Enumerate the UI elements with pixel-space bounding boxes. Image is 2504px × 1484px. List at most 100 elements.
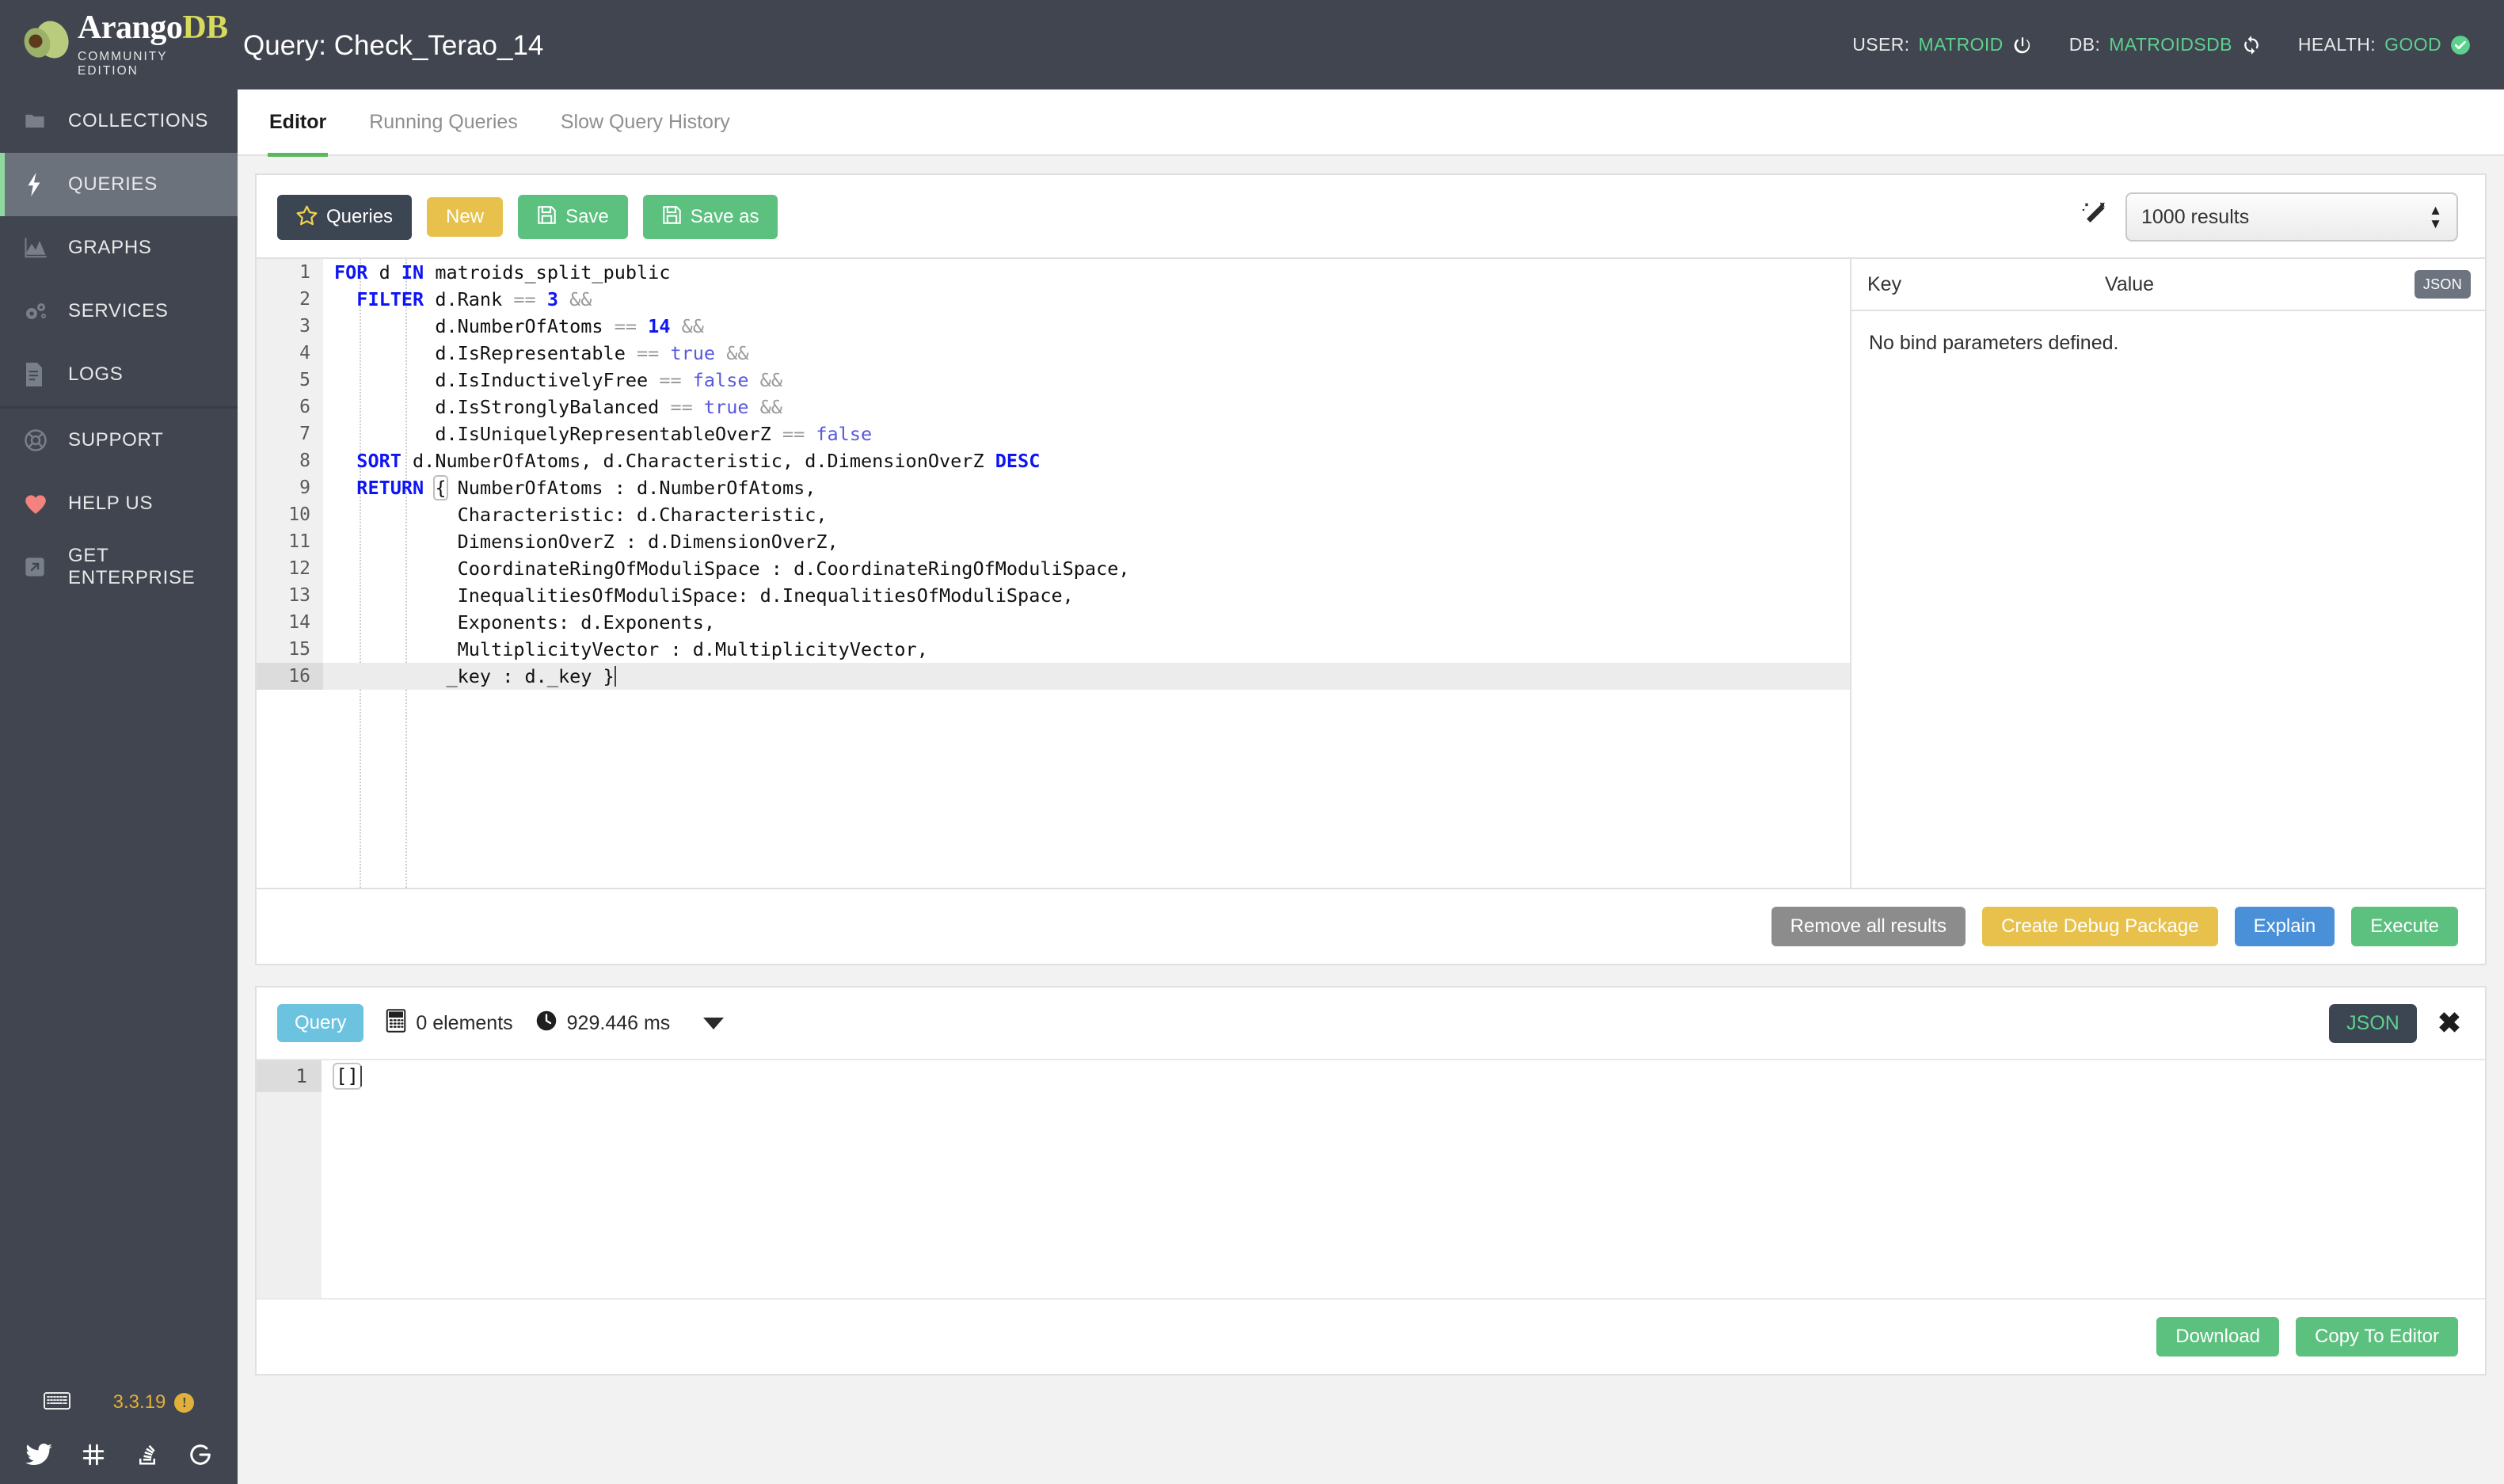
- line-content: Exponents: d.Exponents,: [334, 611, 716, 634]
- sidebar-item-support[interactable]: SUPPORT: [0, 409, 238, 472]
- line-content: Characteristic: d.Characteristic,: [334, 504, 828, 526]
- remove-all-results-button[interactable]: Remove all results: [1771, 907, 1966, 946]
- result-output-editor[interactable]: 1 []: [257, 1060, 2485, 1298]
- health-status[interactable]: HEALTH: GOOD: [2298, 34, 2471, 55]
- sidebar-item-services[interactable]: SERVICES: [0, 280, 238, 343]
- editor-toolbar-left: Queries New Save Save as: [277, 194, 778, 240]
- new-query-button-label: New: [446, 206, 485, 227]
- power-icon[interactable]: [2012, 35, 2033, 55]
- user-value: MATROID: [1918, 34, 2004, 55]
- magic-wand-icon[interactable]: [2080, 201, 2108, 234]
- query-result-panel: Query 0 elements 929.446 ms JSON ✖ 1 [] …: [255, 986, 2487, 1376]
- aql-code-editor[interactable]: 1 FOR d IN matroids_split_public 2 FILTER…: [257, 259, 1851, 888]
- body-wrapper: COLLECTIONS QUERIES GRAPHS SERVICES LOGS…: [0, 89, 2504, 1484]
- sidebar-item-logs[interactable]: LOGS: [0, 343, 238, 406]
- line-number: 3: [257, 313, 323, 340]
- code-line: 1 FOR d IN matroids_split_public: [257, 259, 1850, 286]
- line-content: FILTER d.Rank == 3 &&: [356, 288, 592, 310]
- bind-column-value: Value: [2105, 272, 2155, 295]
- google-icon[interactable]: [188, 1443, 212, 1467]
- code-line: 9 RETURN { NumberOfAtoms : d.NumberOfAto…: [257, 474, 1850, 501]
- copy-to-editor-button[interactable]: Copy To Editor: [2296, 1317, 2458, 1357]
- lifebuoy-icon: [24, 428, 59, 452]
- twitter-icon[interactable]: [25, 1444, 52, 1466]
- page-title: Query: Check_Terao_14: [243, 29, 544, 61]
- code-line-active: 16 _key : d._key }: [257, 663, 1850, 690]
- sidebar-item-queries[interactable]: QUERIES: [0, 153, 238, 216]
- line-number: 9: [257, 474, 323, 501]
- line-content: d.IsInductivelyFree == false &&: [334, 369, 782, 391]
- tab-editor[interactable]: Editor: [268, 89, 329, 157]
- slack-icon[interactable]: [82, 1443, 105, 1467]
- line-number: 16: [257, 663, 323, 690]
- save-icon: [537, 205, 557, 229]
- gears-icon: [24, 300, 59, 322]
- result-execution-time: 929.446 ms: [566, 1011, 671, 1034]
- document-icon: [24, 363, 59, 386]
- version-row: 3.3.19 !: [0, 1376, 238, 1429]
- db-status[interactable]: DB: MATROIDSDB: [2069, 34, 2262, 55]
- sidebar-nav-primary: COLLECTIONS QUERIES GRAPHS SERVICES LOGS: [0, 89, 238, 406]
- sidebar-label-collections: COLLECTIONS: [68, 110, 209, 131]
- brand-name: ArangoDB: [78, 10, 228, 46]
- line-number: 11: [257, 528, 323, 555]
- tab-slow-query-history[interactable]: Slow Query History: [559, 89, 732, 155]
- stackoverflow-icon[interactable]: [135, 1443, 159, 1467]
- user-status[interactable]: USER: MATROID: [1852, 34, 2032, 55]
- new-query-button[interactable]: New: [427, 197, 504, 237]
- sidebar-label-help-us: HELP US: [68, 493, 154, 514]
- code-line: 14 Exponents: d.Exponents,: [257, 609, 1850, 636]
- refresh-icon[interactable]: [2241, 35, 2262, 55]
- tab-running-queries[interactable]: Running Queries: [367, 89, 519, 155]
- line-content: DimensionOverZ : d.DimensionOverZ,: [334, 531, 839, 553]
- line-number: 13: [257, 582, 323, 609]
- result-elements-meta: 0 elements: [386, 1008, 513, 1038]
- query-actions-row: Remove all results Create Debug Package …: [255, 889, 2487, 965]
- bind-column-key: Key: [1867, 272, 1902, 295]
- line-content: InequalitiesOfModuliSpace: d.Inequalitie…: [334, 584, 1074, 607]
- queries-button[interactable]: Queries: [277, 194, 413, 240]
- create-debug-package-button[interactable]: Create Debug Package: [1982, 907, 2218, 946]
- brand-text: ArangoDB COMMUNITY EDITION: [78, 11, 228, 78]
- result-caret: [360, 1066, 362, 1086]
- sidebar-item-collections[interactable]: COLLECTIONS: [0, 89, 238, 153]
- save-button-label: Save: [565, 206, 609, 227]
- star-icon: [296, 205, 318, 230]
- result-json-button[interactable]: JSON: [2329, 1003, 2417, 1043]
- external-link-icon: [24, 556, 59, 578]
- result-type-badge[interactable]: Query: [277, 1004, 364, 1042]
- bind-json-toggle-button[interactable]: JSON: [2414, 270, 2471, 299]
- sidebar-item-get-enterprise[interactable]: GET ENTERPRISE: [0, 535, 238, 599]
- keyboard-icon[interactable]: [43, 1391, 70, 1414]
- save-button[interactable]: Save: [518, 195, 628, 239]
- sidebar-label-graphs: GRAPHS: [68, 237, 152, 258]
- db-value: MATROIDSDB: [2109, 34, 2232, 55]
- explain-button[interactable]: Explain: [2234, 907, 2335, 946]
- result-output-value: []: [333, 1063, 362, 1090]
- arangodb-avocado-logo-icon: [24, 19, 70, 63]
- sidebar-item-help-us[interactable]: HELP US: [0, 472, 238, 535]
- line-number: 7: [257, 420, 323, 447]
- result-output-text: []: [322, 1063, 362, 1090]
- line-number: 4: [257, 340, 323, 367]
- folder-icon: [24, 110, 59, 132]
- sidebar-item-graphs[interactable]: GRAPHS: [0, 216, 238, 280]
- editor-split: 1 FOR d IN matroids_split_public 2 FILTER…: [257, 257, 2485, 888]
- close-icon[interactable]: ✖: [2437, 1009, 2461, 1037]
- sidebar-label-queries: QUERIES: [68, 173, 158, 195]
- save-as-button[interactable]: Save as: [642, 195, 778, 239]
- code-line: 3 d.NumberOfAtoms == 14 &&: [257, 313, 1850, 340]
- line-content: SORT d.NumberOfAtoms, d.Characteristic, …: [356, 450, 1041, 472]
- code-line: 2 FILTER d.Rank == 3 &&: [257, 286, 1850, 313]
- results-limit-select[interactable]: 1000 results: [2125, 192, 2458, 242]
- result-options-dropdown-icon[interactable]: [703, 1017, 725, 1029]
- brand-logo[interactable]: ArangoDB COMMUNITY EDITION: [0, 11, 228, 78]
- editor-toolbar: Queries New Save Save as 1000 results ▲ …: [257, 175, 2485, 257]
- download-button[interactable]: Download: [2156, 1317, 2280, 1357]
- execute-button[interactable]: Execute: [2351, 907, 2458, 946]
- code-line: 5 d.IsInductivelyFree == false &&: [257, 367, 1850, 394]
- bind-parameters-header: Key Value JSON: [1851, 259, 2485, 311]
- code-line: 6 d.IsStronglyBalanced == true &&: [257, 394, 1850, 420]
- code-line: 13 InequalitiesOfModuliSpace: d.Inequali…: [257, 582, 1850, 609]
- version-text[interactable]: 3.3.19 !: [113, 1391, 195, 1414]
